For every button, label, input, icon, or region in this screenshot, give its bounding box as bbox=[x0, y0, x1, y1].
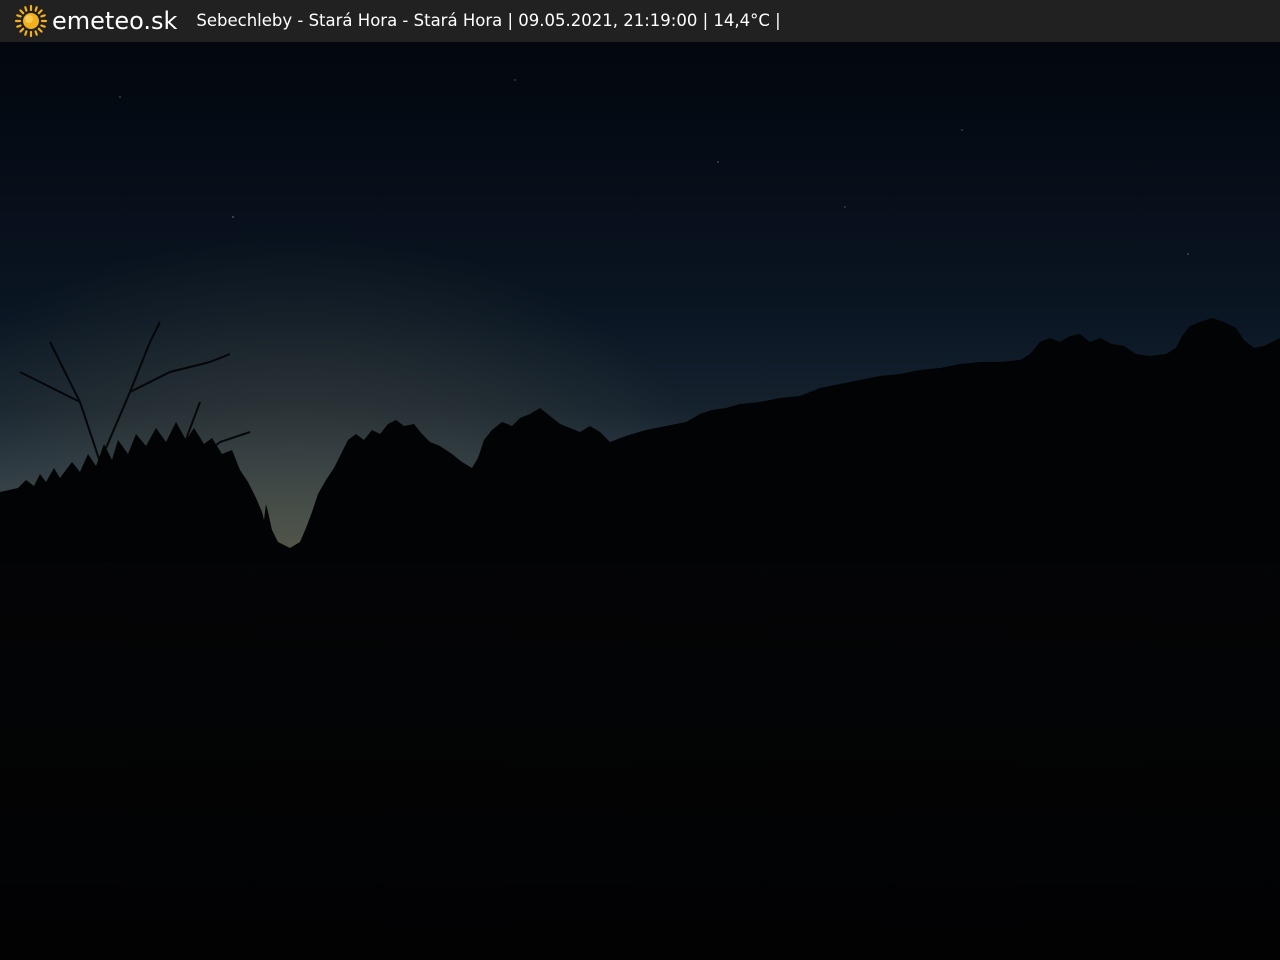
logo[interactable]: emeteo.sk bbox=[14, 0, 177, 42]
top-bar: emeteo.sk Sebechleby - Stará Hora - Star… bbox=[0, 0, 1280, 42]
brand-name[interactable]: emeteo.sk bbox=[52, 0, 177, 42]
webcam-caption: Sebechleby - Stará Hora - Stará Hora | 0… bbox=[196, 11, 781, 30]
webcam-image bbox=[0, 42, 1280, 960]
webcam-page: emeteo.sk Sebechleby - Stará Hora - Star… bbox=[0, 0, 1280, 960]
sun-icon bbox=[14, 4, 48, 38]
ground bbox=[0, 562, 1280, 960]
